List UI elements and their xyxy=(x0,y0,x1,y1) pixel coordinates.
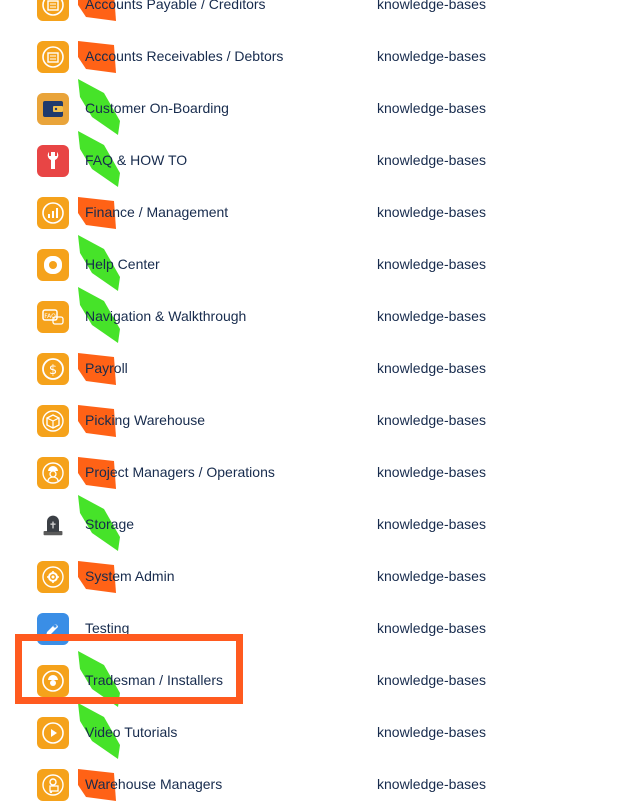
list-item[interactable]: Video Tutorials knowledge-bases xyxy=(0,703,618,759)
list-item[interactable]: Storage knowledge-bases xyxy=(0,495,618,551)
item-type-label: knowledge-bases xyxy=(377,152,486,168)
item-type-label: knowledge-bases xyxy=(377,516,486,532)
rocket-icon xyxy=(37,613,69,645)
list-item[interactable]: Accounts Receivables / Debtors knowledge-… xyxy=(0,31,618,83)
item-type-label: knowledge-bases xyxy=(377,568,486,584)
item-type-label: knowledge-bases xyxy=(377,620,486,636)
item-title-link[interactable]: Navigation & Walkthrough xyxy=(85,308,246,324)
svg-text:$: $ xyxy=(49,363,57,378)
item-title-link[interactable]: Picking Warehouse xyxy=(85,412,205,428)
wrench-icon xyxy=(37,145,69,177)
item-type-label: knowledge-bases xyxy=(377,256,486,272)
item-type-label: knowledge-bases xyxy=(377,100,486,116)
list-item[interactable]: Testing knowledge-bases xyxy=(0,603,618,655)
item-type-label: knowledge-bases xyxy=(377,776,486,792)
package-icon xyxy=(37,405,69,437)
wallet-icon xyxy=(37,93,69,125)
list-item[interactable]: FAQ Navigation & Walkthrough knowledge-bas… xyxy=(0,287,618,343)
item-type-label: knowledge-bases xyxy=(377,360,486,376)
list-item[interactable]: Customer On-Boarding knowledge-bases xyxy=(0,79,618,135)
admin-gear-icon xyxy=(37,561,69,593)
list-item[interactable]: Accounts Payable / Creditors knowledge-ba… xyxy=(0,0,618,31)
list-item[interactable]: Warehouse Managers knowledge-bases xyxy=(0,759,618,811)
item-title-link[interactable]: FAQ & HOW TO xyxy=(85,152,187,168)
tombstone-icon xyxy=(37,509,69,541)
forklift-worker-icon xyxy=(37,769,69,801)
list-item[interactable]: Picking Warehouse knowledge-bases xyxy=(0,395,618,447)
item-title-link[interactable]: Payroll xyxy=(85,360,128,376)
item-title-link[interactable]: Storage xyxy=(85,516,134,532)
item-type-label: knowledge-bases xyxy=(377,464,486,480)
tradesman-icon xyxy=(37,665,69,697)
list-item[interactable]: System Admin knowledge-bases xyxy=(0,551,618,603)
item-type-label: knowledge-bases xyxy=(377,204,486,220)
faq-bubble-icon: FAQ xyxy=(37,301,69,333)
item-type-label: knowledge-bases xyxy=(377,724,486,740)
item-type-label: knowledge-bases xyxy=(377,412,486,428)
item-title-link[interactable]: Finance / Management xyxy=(85,204,228,220)
finance-chart-icon xyxy=(37,197,69,229)
item-type-label: knowledge-bases xyxy=(377,0,486,12)
worker-icon xyxy=(37,457,69,489)
list-item[interactable]: $ Payroll knowledge-bases xyxy=(0,343,618,395)
list-item[interactable]: Help Center knowledge-bases xyxy=(0,235,618,291)
list-item[interactable]: Tradesman / Installers knowledge-bases xyxy=(0,651,618,707)
ledger-icon xyxy=(37,0,69,21)
help-lifebuoy-icon xyxy=(37,249,69,281)
list-item[interactable]: Finance / Management knowledge-bases xyxy=(0,187,618,239)
receipt-icon xyxy=(37,41,69,73)
item-type-label: knowledge-bases xyxy=(377,48,486,64)
list-item[interactable]: FAQ & HOW TO knowledge-bases xyxy=(0,131,618,187)
item-title-link[interactable]: Tradesman / Installers xyxy=(85,672,223,688)
item-title-link[interactable]: Customer On-Boarding xyxy=(85,100,229,116)
play-icon xyxy=(37,717,69,749)
dollar-coin-icon: $ xyxy=(37,353,69,385)
item-title-link[interactable]: System Admin xyxy=(85,568,174,584)
item-title-link[interactable]: Accounts Receivables / Debtors xyxy=(85,48,283,64)
item-title-link[interactable]: Video Tutorials xyxy=(85,724,177,740)
item-type-label: knowledge-bases xyxy=(377,672,486,688)
item-title-link[interactable]: Help Center xyxy=(85,256,160,272)
list-item[interactable]: Project Managers / Operations knowledge-b… xyxy=(0,447,618,499)
item-title-link[interactable]: Project Managers / Operations xyxy=(85,464,275,480)
item-title-link[interactable]: Testing xyxy=(85,620,129,636)
item-type-label: knowledge-bases xyxy=(377,308,486,324)
item-title-link[interactable]: Accounts Payable / Creditors xyxy=(85,0,266,12)
item-title-link[interactable]: Warehouse Managers xyxy=(85,776,222,792)
